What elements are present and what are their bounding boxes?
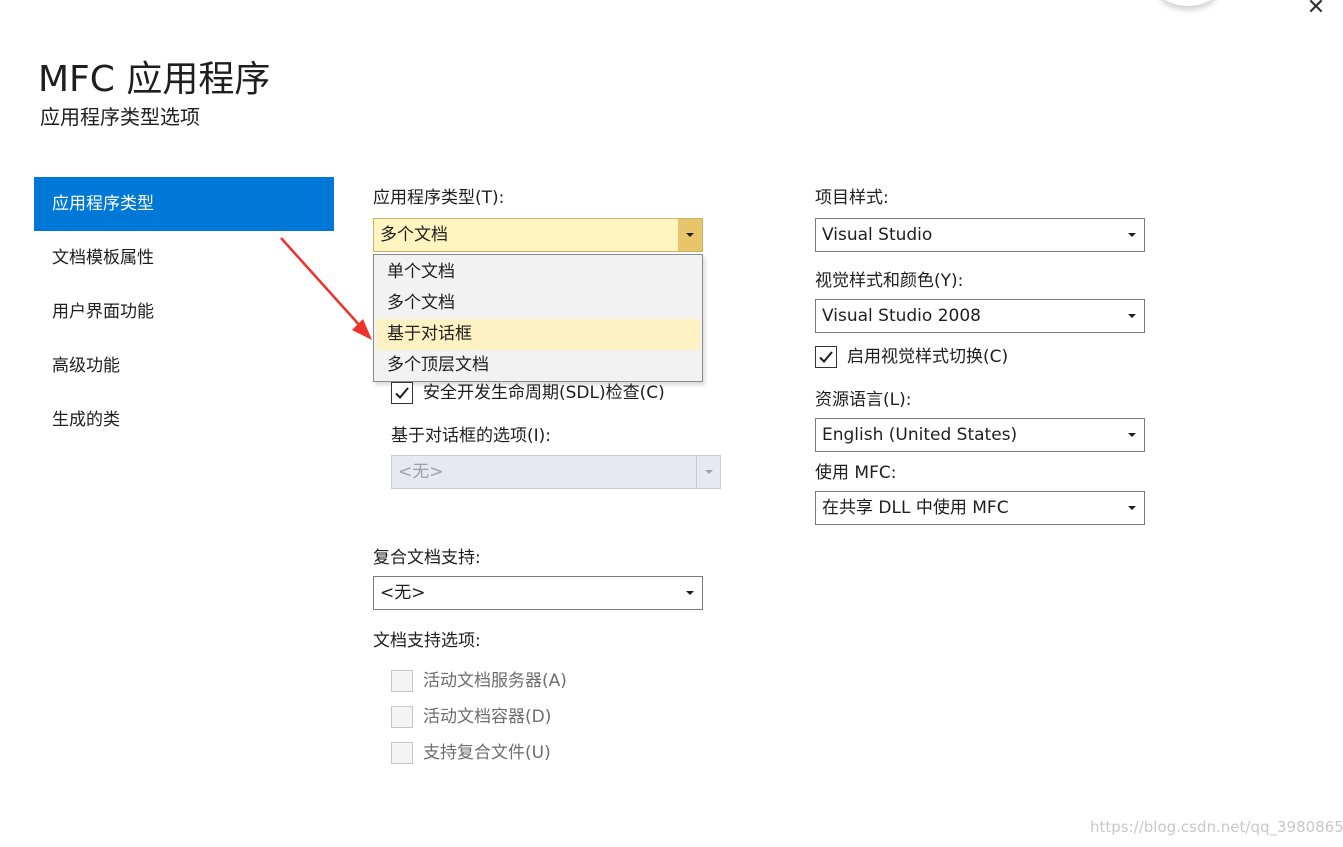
annotation-arrow-head: [352, 319, 372, 340]
watermark: https://blog.csdn.net/qq_39808656: [1090, 818, 1343, 836]
annotation-arrow-shaft: [280, 237, 363, 329]
annotation-arrow: [280, 237, 372, 340]
